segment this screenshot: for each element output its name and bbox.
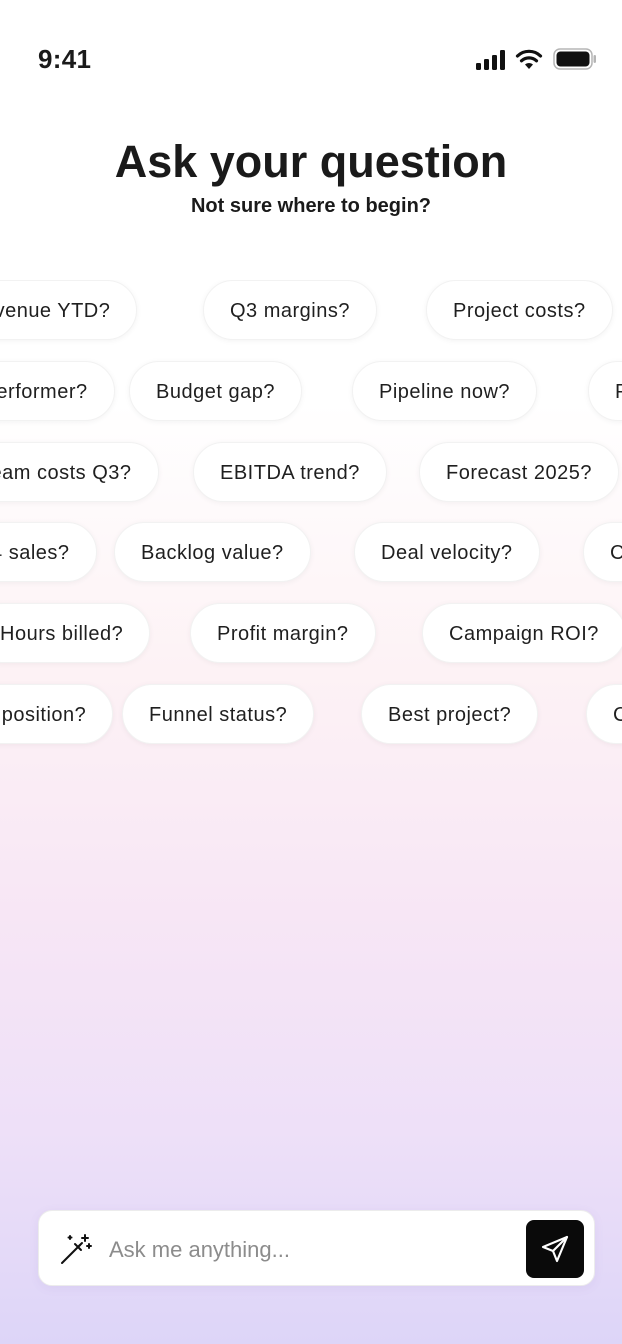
suggestion-chip[interactable]: Forecast 2025? bbox=[419, 442, 619, 502]
prompt-composer bbox=[38, 1210, 595, 1286]
chip-row-5: Hours billed? Profit margin? Campaign RO… bbox=[0, 603, 622, 665]
suggestion-chip[interactable]: Team costs Q3? bbox=[0, 442, 159, 502]
suggestion-chips: Revenue YTD? Q3 margins? Project costs? … bbox=[0, 280, 622, 750]
suggestion-chip[interactable]: Backlog value? bbox=[114, 522, 311, 582]
suggestion-chip[interactable]: Hours billed? bbox=[0, 603, 151, 663]
suggestion-chip[interactable]: Cash position? bbox=[0, 684, 114, 744]
status-time: 9:41 bbox=[38, 44, 92, 74]
suggestion-chip[interactable]: EBITDA trend? bbox=[193, 442, 387, 502]
send-icon bbox=[541, 1235, 569, 1263]
chip-row-6: Cash position? Funnel status? Best proje… bbox=[0, 684, 622, 746]
suggestion-chip[interactable]: Top performer? bbox=[0, 361, 115, 421]
chip-row-3: Team costs Q3? EBITDA trend? Forecast 20… bbox=[0, 442, 622, 504]
magic-wand-icon[interactable] bbox=[59, 1232, 93, 1266]
suggestion-chip[interactable]: Deal velocity? bbox=[354, 522, 540, 582]
header: Ask your question Not sure where to begi… bbox=[0, 136, 622, 219]
suggestion-chip[interactable]: C bbox=[586, 684, 622, 744]
suggestion-chip[interactable]: Budget gap? bbox=[129, 361, 302, 421]
status-bar: 9:41 bbox=[0, 0, 622, 120]
suggestion-chip[interactable]: Project costs? bbox=[426, 280, 613, 340]
chip-row-1: Revenue YTD? Q3 margins? Project costs? bbox=[0, 280, 622, 342]
suggestion-chip[interactable]: Campaign ROI? bbox=[422, 603, 622, 663]
page-subtitle: Not sure where to begin? bbox=[190, 195, 432, 217]
battery-icon bbox=[553, 48, 596, 70]
send-button[interactable] bbox=[526, 1220, 584, 1278]
chip-row-2: Top performer? Budget gap? Pipeline now?… bbox=[0, 361, 622, 423]
chip-row-4: Q4 sales? Backlog value? Deal velocity? … bbox=[0, 522, 622, 584]
suggestion-chip[interactable]: P bbox=[588, 361, 622, 421]
suggestion-chip[interactable]: Funnel status? bbox=[122, 684, 315, 744]
suggestion-chip[interactable]: C bbox=[583, 522, 622, 582]
page-title: Ask your question bbox=[114, 136, 508, 187]
signal-icon bbox=[476, 50, 505, 70]
suggestion-chip[interactable]: Q3 margins? bbox=[203, 280, 377, 340]
suggestion-chip[interactable]: Q4 sales? bbox=[0, 522, 97, 582]
suggestion-chip[interactable]: Profit margin? bbox=[190, 603, 376, 663]
suggestion-chip[interactable]: Best project? bbox=[361, 684, 539, 744]
prompt-input[interactable] bbox=[107, 1229, 511, 1271]
suggestion-chip[interactable]: Revenue YTD? bbox=[0, 280, 138, 340]
suggestion-chip[interactable]: Pipeline now? bbox=[352, 361, 538, 421]
wifi-icon bbox=[515, 49, 543, 69]
